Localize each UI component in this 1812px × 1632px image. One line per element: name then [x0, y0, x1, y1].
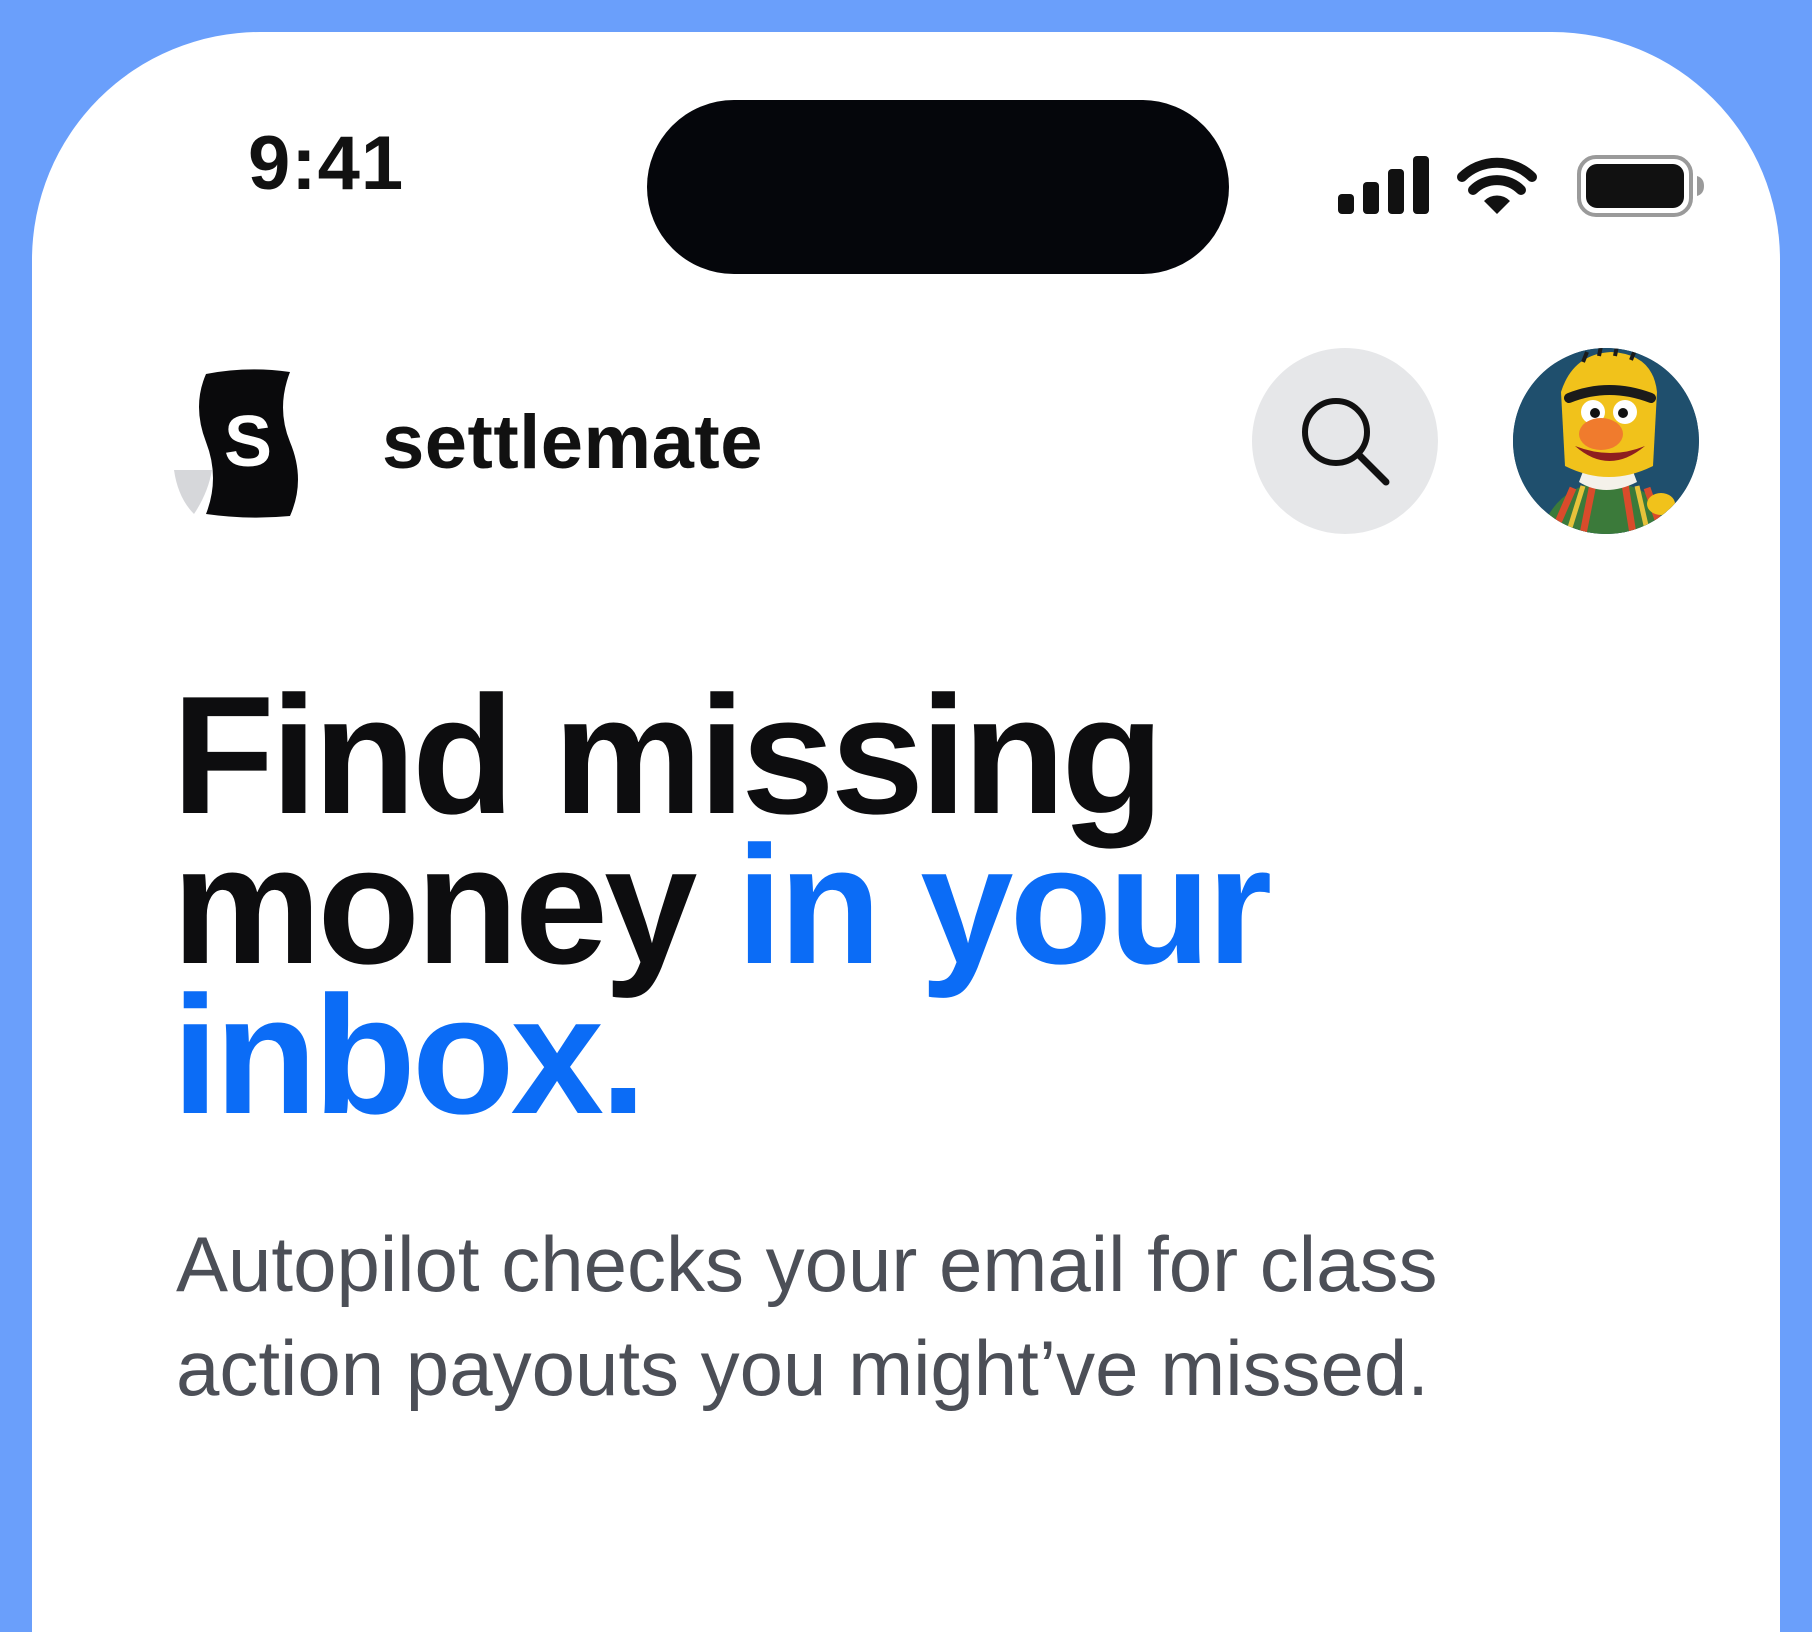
brand-name: settlemate [382, 400, 763, 485]
search-icon [1302, 398, 1390, 486]
avatar-image [1513, 348, 1699, 534]
cellular-signal-icon [1338, 156, 1429, 214]
settlemate-logo-icon: S [174, 369, 298, 518]
phone-screen: 9:41 S settlemate Find missing money in … [32, 32, 1780, 1632]
headline: Find missing money in your inbox. [172, 671, 1632, 1139]
user-avatar[interactable] [1513, 348, 1699, 534]
hero-subtext: Autopilot checks your email for class ac… [176, 1220, 1438, 1412]
battery-icon [1577, 155, 1704, 217]
dynamic-island [647, 100, 1229, 274]
wifi-icon [1457, 157, 1537, 214]
logo-letter: S [224, 402, 272, 482]
status-time: 9:41 [248, 121, 405, 206]
search-button[interactable] [1252, 348, 1438, 534]
